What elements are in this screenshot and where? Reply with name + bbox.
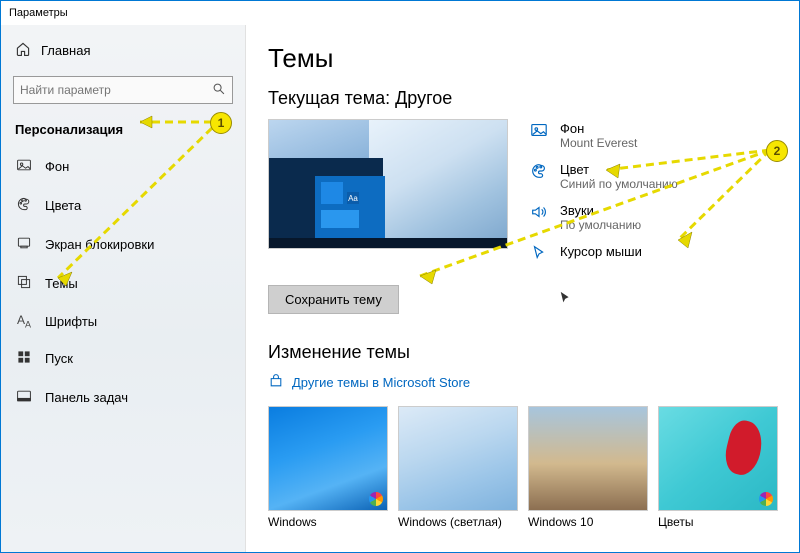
theme-prop-sounds[interactable]: Звуки По умолчанию — [530, 203, 678, 232]
home-label: Главная — [41, 43, 90, 58]
search-icon — [212, 82, 226, 99]
store-icon — [268, 373, 284, 392]
theme-label: Windows — [268, 511, 388, 529]
sidebar-item-background[interactable]: Фон — [13, 149, 233, 184]
mouse-cursor-icon — [559, 291, 573, 308]
palette-icon — [530, 162, 550, 191]
theme-thumb — [658, 406, 778, 511]
lockscreen-icon — [15, 235, 33, 254]
themes-icon — [15, 274, 33, 293]
theme-card-windows10[interactable]: Windows 10 — [528, 406, 648, 529]
sidebar-item-lockscreen[interactable]: Экран блокировки — [13, 227, 233, 262]
sidebar-item-label: Фон — [45, 159, 69, 174]
palette-icon — [15, 196, 33, 215]
sidebar-item-taskbar[interactable]: Панель задач — [13, 380, 233, 415]
picture-icon — [530, 121, 550, 150]
sidebar-item-themes[interactable]: Темы — [13, 266, 233, 301]
main-content: Темы Текущая тема: Другое Aa — [246, 25, 799, 552]
sidebar-item-label: Экран блокировки — [45, 237, 154, 252]
ms-store-link[interactable]: Другие темы в Microsoft Store — [268, 373, 777, 392]
search-field[interactable] — [20, 83, 212, 97]
theme-label: Windows 10 — [528, 511, 648, 529]
theme-thumb — [528, 406, 648, 511]
save-theme-button[interactable]: Сохранить тему — [268, 285, 399, 314]
taskbar-icon — [15, 388, 33, 407]
prop-title: Курсор мыши — [560, 244, 642, 259]
prop-value: По умолчанию — [560, 218, 641, 232]
window-title: Параметры — [9, 7, 68, 19]
change-theme-heading: Изменение темы — [268, 342, 777, 363]
sidebar-item-start[interactable]: Пуск — [13, 341, 233, 376]
color-wheel-icon — [369, 492, 383, 506]
color-wheel-icon — [759, 492, 773, 506]
theme-card-flowers[interactable]: Цветы — [658, 406, 778, 529]
theme-card-windows-light[interactable]: Windows (светлая) — [398, 406, 518, 529]
sidebar-item-label: Цвета — [45, 198, 81, 213]
fonts-icon: AA — [15, 313, 33, 329]
theme-prop-cursor[interactable]: Курсор мыши — [530, 244, 678, 265]
speaker-icon — [530, 203, 550, 232]
search-input[interactable] — [13, 76, 233, 104]
prop-value: Синий по умолчанию — [560, 177, 678, 191]
prop-title: Фон — [560, 121, 637, 136]
picture-icon — [15, 157, 33, 176]
titlebar: Параметры — [1, 1, 799, 25]
prop-value: Mount Everest — [560, 136, 637, 150]
theme-thumb — [268, 406, 388, 511]
preview-tile-aa: Aa — [347, 192, 359, 204]
cursor-icon — [530, 244, 550, 265]
theme-thumb — [398, 406, 518, 511]
store-link-label: Другие темы в Microsoft Store — [292, 375, 470, 390]
home-icon — [15, 41, 31, 60]
page-title: Темы — [268, 43, 777, 74]
sidebar-item-label: Темы — [45, 276, 78, 291]
sidebar-item-label: Панель задач — [45, 390, 128, 405]
theme-prop-color[interactable]: Цвет Синий по умолчанию — [530, 162, 678, 191]
theme-prop-background[interactable]: Фон Mount Everest — [530, 121, 678, 150]
prop-title: Цвет — [560, 162, 678, 177]
theme-label: Цветы — [658, 511, 778, 529]
sidebar-item-label: Шрифты — [45, 314, 97, 329]
home-nav[interactable]: Главная — [13, 35, 233, 66]
sidebar: Главная Персонализация Фон Цвета — [1, 25, 246, 552]
sidebar-item-colors[interactable]: Цвета — [13, 188, 233, 223]
theme-label: Windows (светлая) — [398, 511, 518, 529]
sidebar-item-fonts[interactable]: AA Шрифты — [13, 305, 233, 337]
theme-card-windows[interactable]: Windows — [268, 406, 388, 529]
current-theme-label: Текущая тема: Другое — [268, 88, 777, 109]
sidebar-item-label: Пуск — [45, 351, 73, 366]
prop-title: Звуки — [560, 203, 641, 218]
section-header-personalization: Персонализация — [13, 108, 233, 145]
start-icon — [15, 349, 33, 368]
theme-preview: Aa — [268, 119, 508, 249]
